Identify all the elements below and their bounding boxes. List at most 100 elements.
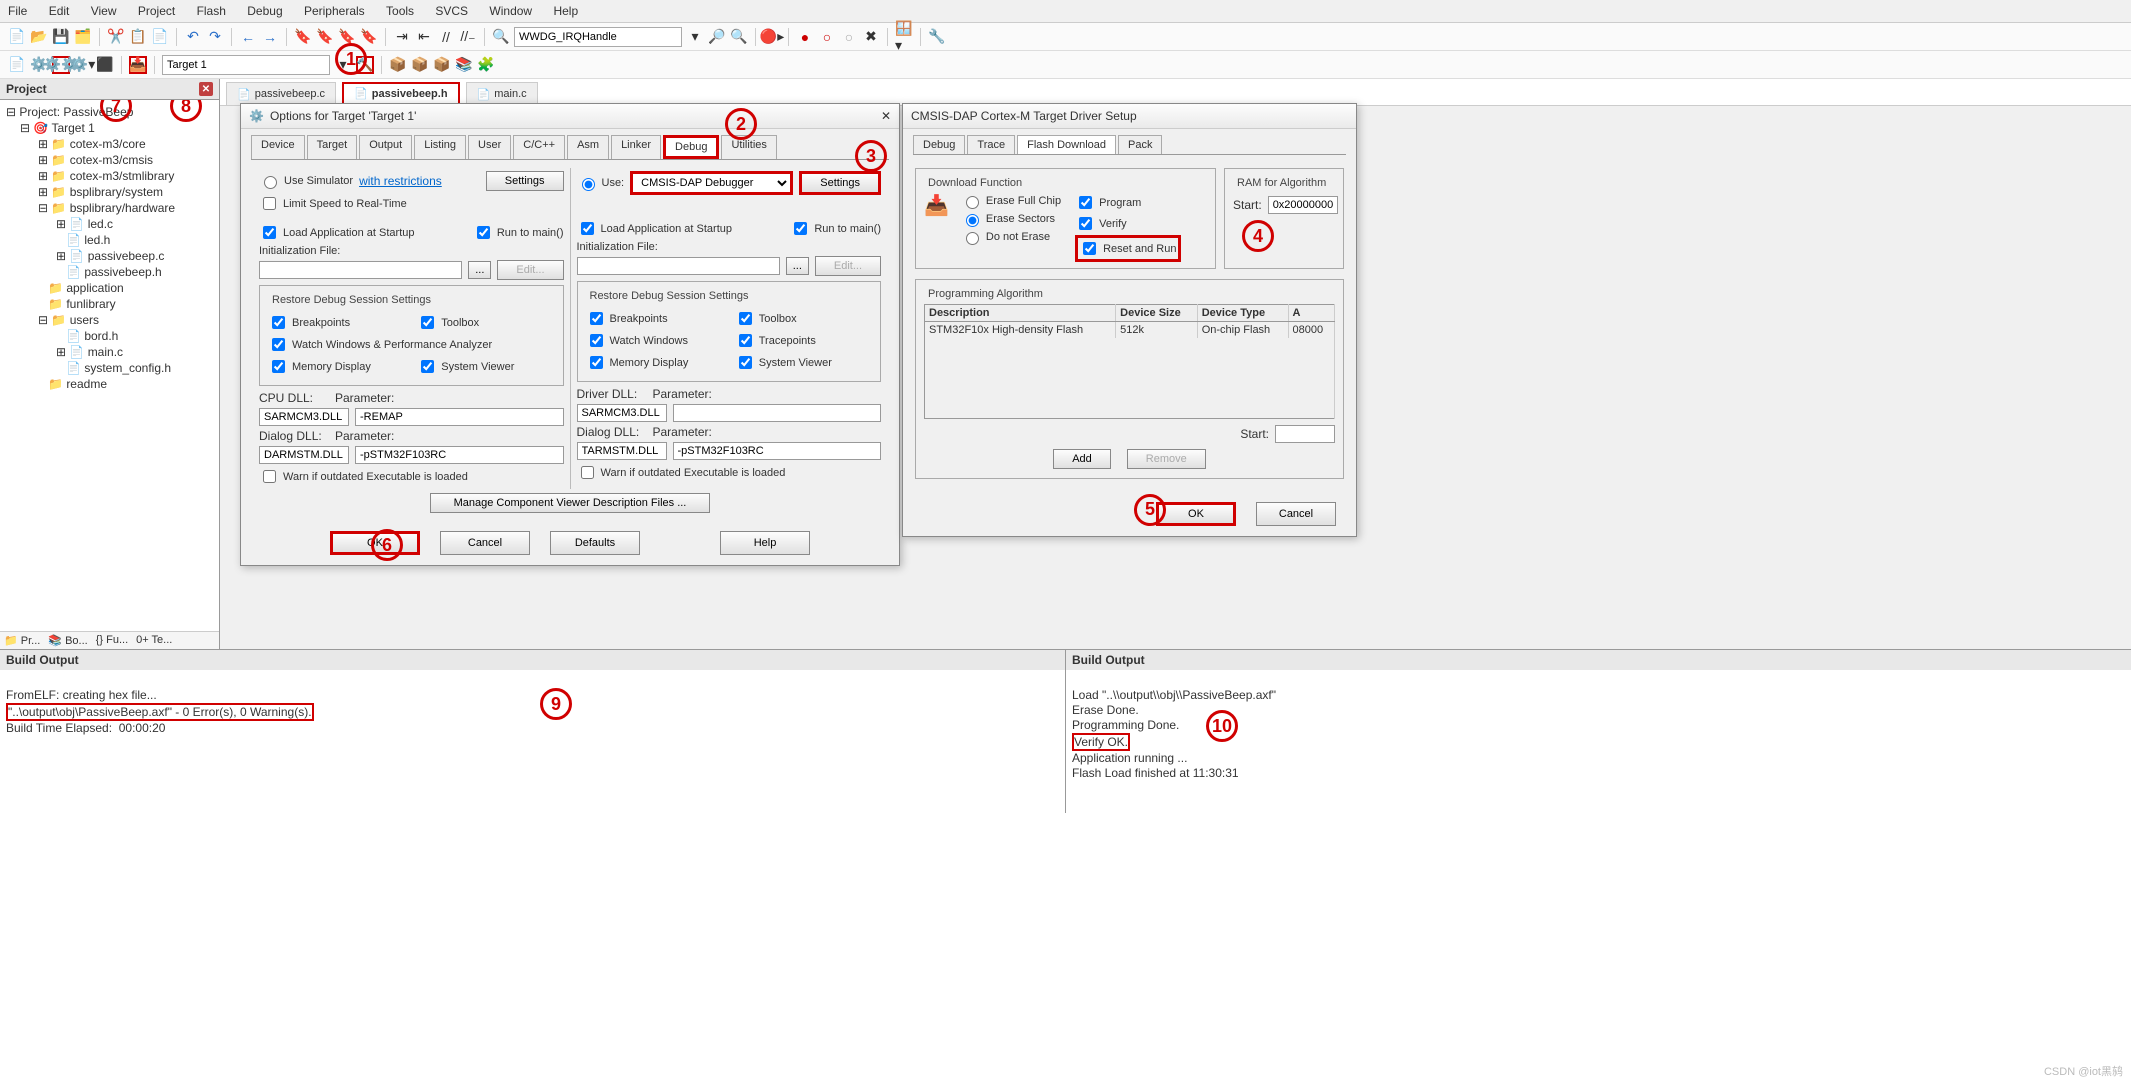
cmsis-cancel-button[interactable]: Cancel xyxy=(1256,502,1336,526)
bookmark-prev-icon[interactable]: 🔖 xyxy=(316,28,334,46)
stop-build-icon[interactable]: ⬛ xyxy=(96,56,114,74)
dlgdll-right-input[interactable] xyxy=(577,442,667,460)
cpudll-input[interactable] xyxy=(259,408,349,426)
tab-user[interactable]: User xyxy=(468,135,511,159)
pane-tab-templates[interactable]: 0+ Te... xyxy=(136,634,172,647)
bookmark-next-icon[interactable]: 🔖 xyxy=(338,28,356,46)
browse-button[interactable]: ... xyxy=(786,257,809,275)
table-row[interactable]: STM32F10x High-density Flash 512k On-chi… xyxy=(925,322,1335,339)
menu-window[interactable]: Window xyxy=(489,4,532,18)
uncomment-icon[interactable]: //₋ xyxy=(459,28,477,46)
sim-settings-button[interactable]: Settings xyxy=(486,171,564,191)
manage-icon[interactable]: 🧩 xyxy=(477,56,495,74)
file-tab[interactable]: 📄 passivebeep.c xyxy=(226,82,336,105)
tree-folder[interactable]: ⊞ 📁 bsplibrary/system xyxy=(2,184,217,200)
tab-utilities[interactable]: Utilities xyxy=(721,135,776,159)
tab-cmsis-trace[interactable]: Trace xyxy=(967,135,1015,154)
nav-back-icon[interactable]: ← xyxy=(239,28,257,46)
erase-sectors-radio[interactable]: Erase Sectors xyxy=(961,211,1061,227)
window-icon[interactable]: 🪟▾ xyxy=(895,28,913,46)
tree-file[interactable]: 📄 system_config.h xyxy=(2,360,217,376)
bookmark-icon[interactable]: 🔖 xyxy=(294,28,312,46)
pane-tab-books[interactable]: 📚 Bo... xyxy=(48,634,87,647)
warn-left-checkbox[interactable]: Warn if outdated Executable is loaded xyxy=(259,467,468,486)
close-icon[interactable]: ✕ xyxy=(199,82,213,96)
options-defaults-button[interactable]: Defaults xyxy=(550,531,640,555)
tab-ccpp[interactable]: C/C++ xyxy=(513,135,565,159)
symbol-combo[interactable] xyxy=(514,27,682,47)
paste-icon[interactable]: 📄 xyxy=(151,28,169,46)
menu-project[interactable]: Project xyxy=(138,4,175,18)
toolbox-right-checkbox[interactable]: Toolbox xyxy=(735,309,797,328)
breakpoints-right-checkbox[interactable]: Breakpoints xyxy=(586,309,729,328)
save-all-icon[interactable]: 🗂️ xyxy=(74,28,92,46)
copy-icon[interactable]: 📋 xyxy=(129,28,147,46)
manage-rte-icon[interactable]: 📦 xyxy=(411,56,429,74)
sysviewer-right-checkbox[interactable]: System Viewer xyxy=(735,353,832,372)
bookmark-clear-icon[interactable]: 🔖 xyxy=(360,28,378,46)
tab-target[interactable]: Target xyxy=(307,135,358,159)
redo-icon[interactable]: ↷ xyxy=(206,28,224,46)
memory-left-checkbox[interactable]: Memory Display xyxy=(268,357,411,376)
tree-file[interactable]: ⊞ 📄 main.c xyxy=(2,344,217,360)
find-in-files-icon[interactable]: 🔎 xyxy=(708,28,726,46)
tab-cmsis-debug[interactable]: Debug xyxy=(913,135,965,154)
menu-debug[interactable]: Debug xyxy=(247,4,282,18)
manage-components-icon[interactable]: 📦 xyxy=(389,56,407,74)
breakpoint-kill-icon[interactable]: ✖ xyxy=(862,28,880,46)
options-target-icon[interactable]: 🔨 xyxy=(356,56,374,74)
translate-icon[interactable]: 📄 xyxy=(8,56,26,74)
tree-project-root[interactable]: ⊟ Project: PassiveBeep xyxy=(2,104,217,120)
file-tab[interactable]: 📄 main.c xyxy=(466,82,538,105)
watch-left-checkbox[interactable]: Watch Windows & Performance Analyzer xyxy=(268,335,492,354)
undo-icon[interactable]: ↶ xyxy=(184,28,202,46)
tree-file[interactable]: ⊞ 📄 passivebeep.c xyxy=(2,248,217,264)
tree-folder[interactable]: 📁 readme xyxy=(2,376,217,392)
dlgdll-left-input[interactable] xyxy=(259,446,349,464)
edit-left-button[interactable]: Edit... xyxy=(497,260,563,280)
breakpoints-left-checkbox[interactable]: Breakpoints xyxy=(268,313,411,332)
pack-installer-icon[interactable]: 📦 xyxy=(433,56,451,74)
restrictions-link[interactable]: with restrictions xyxy=(359,174,442,188)
tab-listing[interactable]: Listing xyxy=(414,135,466,159)
rebuild-icon[interactable]: ⚙️⚙️ xyxy=(52,56,70,74)
menu-edit[interactable]: Edit xyxy=(49,4,70,18)
tab-linker[interactable]: Linker xyxy=(611,135,661,159)
dlgparam-left-input[interactable] xyxy=(355,446,564,464)
breakpoint-insert-icon[interactable]: ● xyxy=(796,28,814,46)
cmsis-ok-button[interactable]: OK xyxy=(1156,502,1236,526)
sysviewer-left-checkbox[interactable]: System Viewer xyxy=(417,357,514,376)
save-icon[interactable]: 💾 xyxy=(52,28,70,46)
load-app-left-checkbox[interactable]: Load Application at Startup xyxy=(259,223,414,242)
chevron-down-icon[interactable]: ▾ xyxy=(334,56,352,74)
limit-speed-checkbox[interactable]: Limit Speed to Real-Time xyxy=(259,194,407,213)
remove-button[interactable]: Remove xyxy=(1127,449,1206,469)
tree-file[interactable]: 📄 led.h xyxy=(2,232,217,248)
tree-target[interactable]: ⊟ 🎯 Target 1 xyxy=(2,120,217,136)
alg-start-input[interactable] xyxy=(1275,425,1335,443)
tab-asm[interactable]: Asm xyxy=(567,135,609,159)
pane-tab-functions[interactable]: {} Fu... xyxy=(96,634,128,647)
tree-folder[interactable]: 📁 funlibrary xyxy=(2,296,217,312)
pane-tab-project[interactable]: 📁 Pr... xyxy=(4,634,40,647)
verify-checkbox[interactable]: Verify xyxy=(1075,214,1180,233)
tree-folder[interactable]: ⊞ 📁 cotex-m3/cmsis xyxy=(2,152,217,168)
program-checkbox[interactable]: Program xyxy=(1075,193,1180,212)
outdent-icon[interactable]: ⇤ xyxy=(415,28,433,46)
init-file-right-input[interactable] xyxy=(577,257,780,275)
erase-full-radio[interactable]: Erase Full Chip xyxy=(961,193,1061,209)
tab-debug[interactable]: Debug xyxy=(663,135,719,159)
tree-file[interactable]: 📄 passivebeep.h xyxy=(2,264,217,280)
tree-folder[interactable]: ⊟ 📁 bsplibrary/hardware xyxy=(2,200,217,216)
debugger-combo[interactable]: CMSIS-DAP Debugger xyxy=(630,171,793,195)
debugger-settings-button[interactable]: Settings xyxy=(799,171,881,195)
find-icon[interactable]: 🔍 xyxy=(492,28,510,46)
browse-button[interactable]: ... xyxy=(468,261,491,279)
comment-icon[interactable]: // xyxy=(437,28,455,46)
no-erase-radio[interactable]: Do not Erase xyxy=(961,229,1061,245)
tree-folder[interactable]: ⊟ 📁 users xyxy=(2,312,217,328)
menu-view[interactable]: View xyxy=(91,4,117,18)
cut-icon[interactable]: ✂️ xyxy=(107,28,125,46)
tracepoints-checkbox[interactable]: Tracepoints xyxy=(735,331,816,350)
file-tab-active[interactable]: 📄 passivebeep.h xyxy=(342,82,460,105)
